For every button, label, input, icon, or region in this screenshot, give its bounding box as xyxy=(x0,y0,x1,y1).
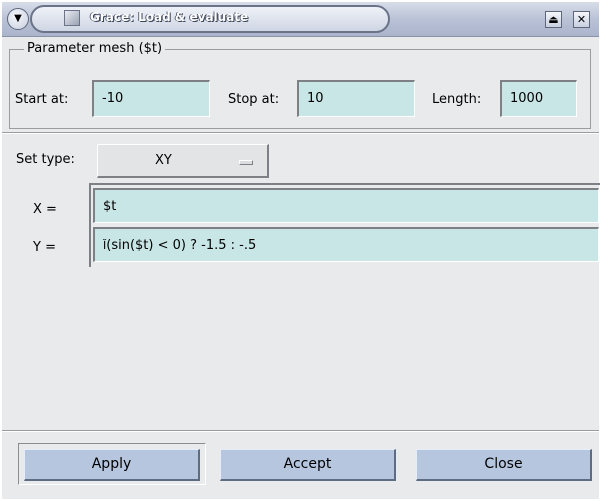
accept-button[interactable]: Accept xyxy=(220,449,396,481)
start-input[interactable]: -10 xyxy=(92,80,210,117)
y-expression-input[interactable]: Ĭ(sin($t) < 0) ? -1.5 : -.5 xyxy=(93,227,599,262)
separator-bottom xyxy=(2,430,599,432)
set-type-dropdown[interactable]: XY xyxy=(97,144,269,178)
dialog-body: Parameter mesh ($t) Start at: -10 Stop a… xyxy=(2,37,600,499)
eject-icon: ⏏ xyxy=(548,13,559,26)
app-icon xyxy=(64,10,80,26)
x-label: X = xyxy=(33,202,57,217)
option-menu-indicator-icon xyxy=(239,160,253,165)
window-title: Grace: Load & evaluate xyxy=(90,10,249,24)
parameter-mesh-legend: Parameter mesh ($t) xyxy=(24,41,166,56)
close-icon: ✕ xyxy=(576,13,587,26)
title-bar[interactable]: ▼ Grace: Load & evaluate ⏏ ✕ xyxy=(2,2,599,37)
y-label: Y = xyxy=(33,240,56,255)
stop-label: Stop at: xyxy=(228,92,280,107)
close-button[interactable]: Close xyxy=(416,449,592,481)
dialog-window: ▼ Grace: Load & evaluate ⏏ ✕ Parameter m… xyxy=(2,2,600,499)
maximize-button[interactable]: ⏏ xyxy=(545,11,562,28)
set-type-label: Set type: xyxy=(16,152,75,167)
x-expression-input[interactable]: $t xyxy=(93,188,599,223)
window-menu-button[interactable]: ▼ xyxy=(7,8,29,30)
y-expression-text: (sin($t) < 0) ? -1.5 : -.5 xyxy=(106,238,257,253)
apply-button[interactable]: Apply xyxy=(24,449,200,481)
set-type-value: XY xyxy=(155,153,172,168)
stop-input[interactable]: 10 xyxy=(297,80,415,117)
length-label: Length: xyxy=(432,92,482,107)
down-arrow-icon: ▼ xyxy=(14,13,22,24)
length-input[interactable]: 1000 xyxy=(500,80,577,117)
start-label: Start at: xyxy=(15,92,69,107)
close-window-button[interactable]: ✕ xyxy=(573,11,590,28)
separator xyxy=(2,132,599,134)
